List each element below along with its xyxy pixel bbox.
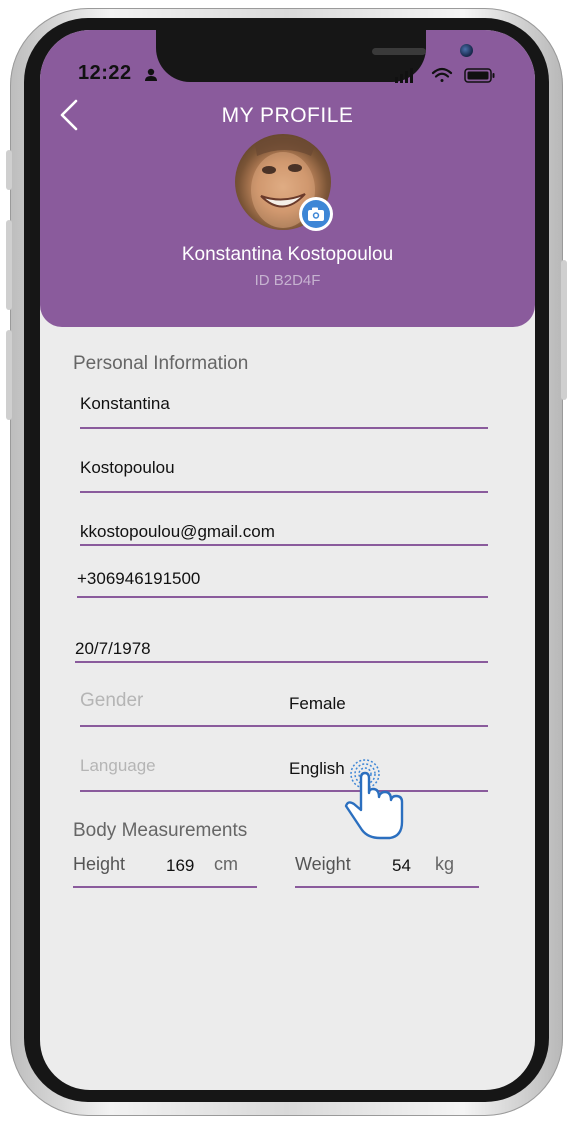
phone-power-button	[561, 260, 567, 400]
status-time: 12:22	[78, 62, 132, 84]
speaker-grille	[372, 48, 426, 55]
height-label: Height	[73, 854, 126, 874]
page-title: MY PROFILE	[221, 104, 354, 127]
camera-icon	[308, 207, 324, 221]
birth-date-field[interactable]: 20/7/1978	[75, 639, 151, 659]
body-measurements-heading: Body Measurements	[73, 820, 248, 841]
weight-label: Weight	[295, 854, 351, 874]
birth-date-underline	[75, 661, 488, 663]
language-select[interactable]: English	[289, 759, 345, 779]
user-id: ID B2D4F	[254, 272, 321, 289]
battery-icon	[464, 68, 495, 83]
change-photo-button[interactable]	[299, 197, 333, 231]
weight-value[interactable]: 54	[392, 856, 411, 876]
gender-select[interactable]: Female	[289, 694, 346, 714]
email-underline	[80, 544, 488, 546]
email-field[interactable]: kkostopoulou@gmail.com	[80, 522, 275, 542]
phone-underline	[77, 596, 488, 598]
tap-hand-icon	[344, 759, 404, 840]
height-underline	[73, 886, 257, 888]
phone-notch	[156, 30, 473, 82]
person-icon	[145, 68, 157, 81]
gender-underline	[80, 725, 488, 727]
height-unit: cm	[214, 854, 238, 874]
phone-volume-up	[6, 220, 12, 310]
height-value[interactable]: 169	[166, 856, 194, 876]
gender-label: Gender	[80, 690, 144, 711]
language-label: Language	[80, 756, 156, 775]
last-name-field[interactable]: Kostopoulou	[80, 458, 175, 478]
front-camera	[460, 44, 473, 57]
weight-unit: kg	[435, 854, 455, 874]
user-name: Konstantina Kostopoulou	[181, 244, 394, 265]
phone-field[interactable]: +306946191500	[77, 569, 200, 589]
first-name-field[interactable]: Konstantina	[80, 394, 170, 414]
app-screen: 12:22 MY PROFILE Konstantina Kostopoulou…	[40, 30, 535, 1090]
phone-volume-down	[6, 330, 12, 420]
personal-info-heading: Personal Information	[73, 353, 249, 374]
last-name-underline	[80, 491, 488, 493]
wifi-icon	[431, 67, 453, 82]
signal-icon	[395, 68, 413, 83]
weight-underline	[295, 886, 479, 888]
status-indicators	[395, 67, 495, 83]
first-name-underline	[80, 427, 488, 429]
language-underline	[80, 790, 488, 792]
phone-side-button	[6, 150, 12, 190]
